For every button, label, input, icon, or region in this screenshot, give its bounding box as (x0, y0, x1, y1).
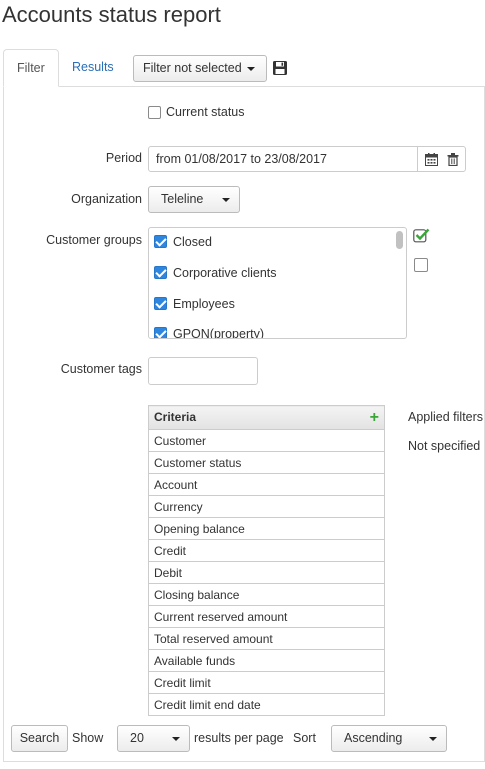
customer-group-checkbox[interactable] (154, 327, 167, 338)
criteria-row[interactable]: Customer (148, 429, 385, 452)
trash-icon[interactable] (447, 153, 459, 166)
uncheck-all-icon[interactable] (414, 258, 428, 272)
customer-tags-input[interactable] (148, 357, 258, 385)
criteria-header-label: Criteria (154, 409, 197, 424)
customer-group-checkbox[interactable] (154, 235, 167, 248)
criteria-row[interactable]: Account (148, 473, 385, 496)
criteria-row[interactable]: Currency (148, 495, 385, 518)
chevron-down-icon (429, 737, 437, 741)
organization-value: Teleline (161, 192, 204, 206)
customer-tags-label: Customer tags (60, 362, 142, 376)
customer-group-checkbox[interactable] (154, 266, 167, 279)
sort-label: Sort (293, 731, 316, 745)
criteria-row[interactable]: Credit limit end date (148, 693, 385, 716)
customer-group-checkbox[interactable] (154, 297, 167, 310)
criteria-row[interactable]: Total reserved amount (148, 627, 385, 650)
filter-select-value: Filter not selected (143, 61, 242, 75)
criteria-header: Criteria + (148, 405, 385, 430)
show-label: Show (72, 731, 104, 745)
customer-group-label: GPON(property) (173, 327, 264, 339)
criteria-row[interactable]: Current reserved amount (148, 605, 385, 628)
per-page-dropdown[interactable]: 20 (117, 725, 190, 752)
per-page-suffix: results per page (194, 731, 284, 745)
current-status-checkbox[interactable] (148, 106, 161, 119)
chevron-down-icon (172, 737, 180, 741)
customer-group-label: Closed (173, 235, 212, 249)
page-title: Accounts status report (2, 2, 221, 27)
search-button[interactable]: Search (11, 725, 68, 752)
tab-results[interactable]: Results (59, 49, 127, 87)
customer-groups-label: Customer groups (46, 233, 142, 247)
plus-icon[interactable]: + (370, 409, 379, 426)
calendar-icon[interactable] (425, 153, 438, 166)
chevron-down-icon (246, 66, 255, 71)
criteria-row[interactable]: Debit (148, 561, 385, 584)
customer-groups-list[interactable]: Closed Corporative clients Employees GPO… (148, 227, 407, 339)
sort-dropdown[interactable]: Ascending (331, 725, 447, 752)
criteria-table: Criteria + Customer Customer status Accou… (148, 405, 385, 716)
period-addon (417, 146, 466, 172)
save-icon[interactable] (272, 60, 288, 76)
current-status-label: Current status (166, 105, 245, 119)
organization-label: Organization (71, 192, 142, 206)
applied-filters-label: Applied filters (408, 410, 484, 424)
check-all-icon[interactable] (413, 228, 430, 243)
criteria-row[interactable]: Available funds (148, 649, 385, 672)
customer-group-label: Employees (173, 297, 235, 311)
per-page-value: 20 (130, 731, 144, 745)
period-input[interactable]: from 01/08/2017 to 23/08/2017 (148, 146, 418, 172)
criteria-row[interactable]: Customer status (148, 451, 385, 474)
chevron-down-icon (222, 198, 230, 202)
criteria-row[interactable]: Credit limit (148, 671, 385, 694)
applied-filters-value: Not specified (408, 439, 481, 453)
criteria-row[interactable]: Opening balance (148, 517, 385, 540)
criteria-row[interactable]: Closing balance (148, 583, 385, 606)
tab-filter[interactable]: Filter (3, 49, 59, 87)
period-label: Period (105, 151, 142, 165)
filter-select-dropdown[interactable]: Filter not selected (133, 55, 267, 82)
customer-group-label: Corporative clients (173, 266, 277, 280)
criteria-row[interactable]: Credit (148, 539, 385, 562)
scrollbar-thumb[interactable] (396, 231, 403, 249)
sort-value: Ascending (344, 731, 403, 745)
organization-dropdown[interactable]: Teleline (148, 186, 240, 213)
